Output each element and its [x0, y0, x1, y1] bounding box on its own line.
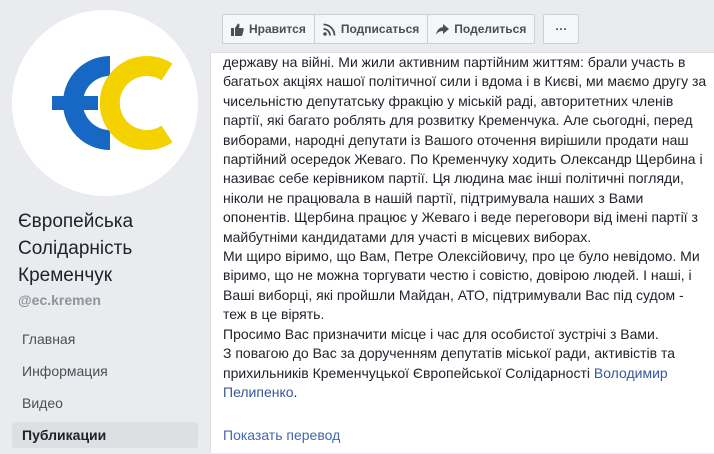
more-options-button[interactable]: ···: [543, 14, 580, 44]
post-body: державу на війні. Ми жили активним парті…: [223, 53, 707, 402]
nav-item-posts[interactable]: Публикации: [12, 422, 198, 448]
subscribe-button-label: Подписаться: [340, 22, 420, 36]
post-closing: З повагою до Вас за дорученням депутатів…: [223, 344, 707, 402]
page-title-line: Солідарність: [18, 238, 133, 259]
page-nav: Главная Информация Видео Публикации: [12, 326, 198, 454]
post-paragraph: державу на війні. Ми жили активним парті…: [223, 54, 707, 245]
page-title[interactable]: Європейська Солідарність Кременчук: [18, 208, 203, 289]
page-title-line: Кременчук: [18, 265, 113, 286]
post-card: державу на війні. Ми жили активним парті…: [210, 52, 714, 453]
like-button[interactable]: Нравится: [222, 14, 315, 44]
share-button[interactable]: Поделиться: [427, 14, 536, 44]
share-button-label: Поделиться: [454, 22, 527, 36]
subscribe-button[interactable]: Подписаться: [313, 14, 429, 44]
post-paragraph: Просимо Вас призначити місце і час для о…: [223, 325, 659, 342]
page-sidebar: Європейська Солідарність Кременчук @ec.k…: [0, 0, 206, 453]
rss-icon: [323, 23, 336, 36]
share-arrow-icon: [436, 23, 450, 35]
post-paragraph: Ми щиро віримо, що Вам, Петре Олексійови…: [223, 248, 700, 323]
ec-logo-icon: [12, 10, 198, 196]
page-title-line: Європейська: [18, 211, 134, 232]
thumbs-up-icon: [231, 23, 244, 36]
show-translation-link[interactable]: Показать перевод: [223, 427, 340, 443]
like-button-label: Нравится: [249, 22, 306, 36]
nav-item-info[interactable]: Информация: [12, 358, 198, 384]
page-handle[interactable]: @ec.kremen: [18, 292, 101, 308]
page-action-toolbar: Нравится Подписаться Поделиться ···: [222, 14, 580, 44]
page-avatar[interactable]: [12, 10, 198, 196]
nav-item-video[interactable]: Видео: [12, 390, 198, 416]
more-options-icon: ···: [555, 22, 568, 36]
author-suffix: .: [293, 383, 298, 400]
nav-item-home[interactable]: Главная: [12, 326, 198, 352]
